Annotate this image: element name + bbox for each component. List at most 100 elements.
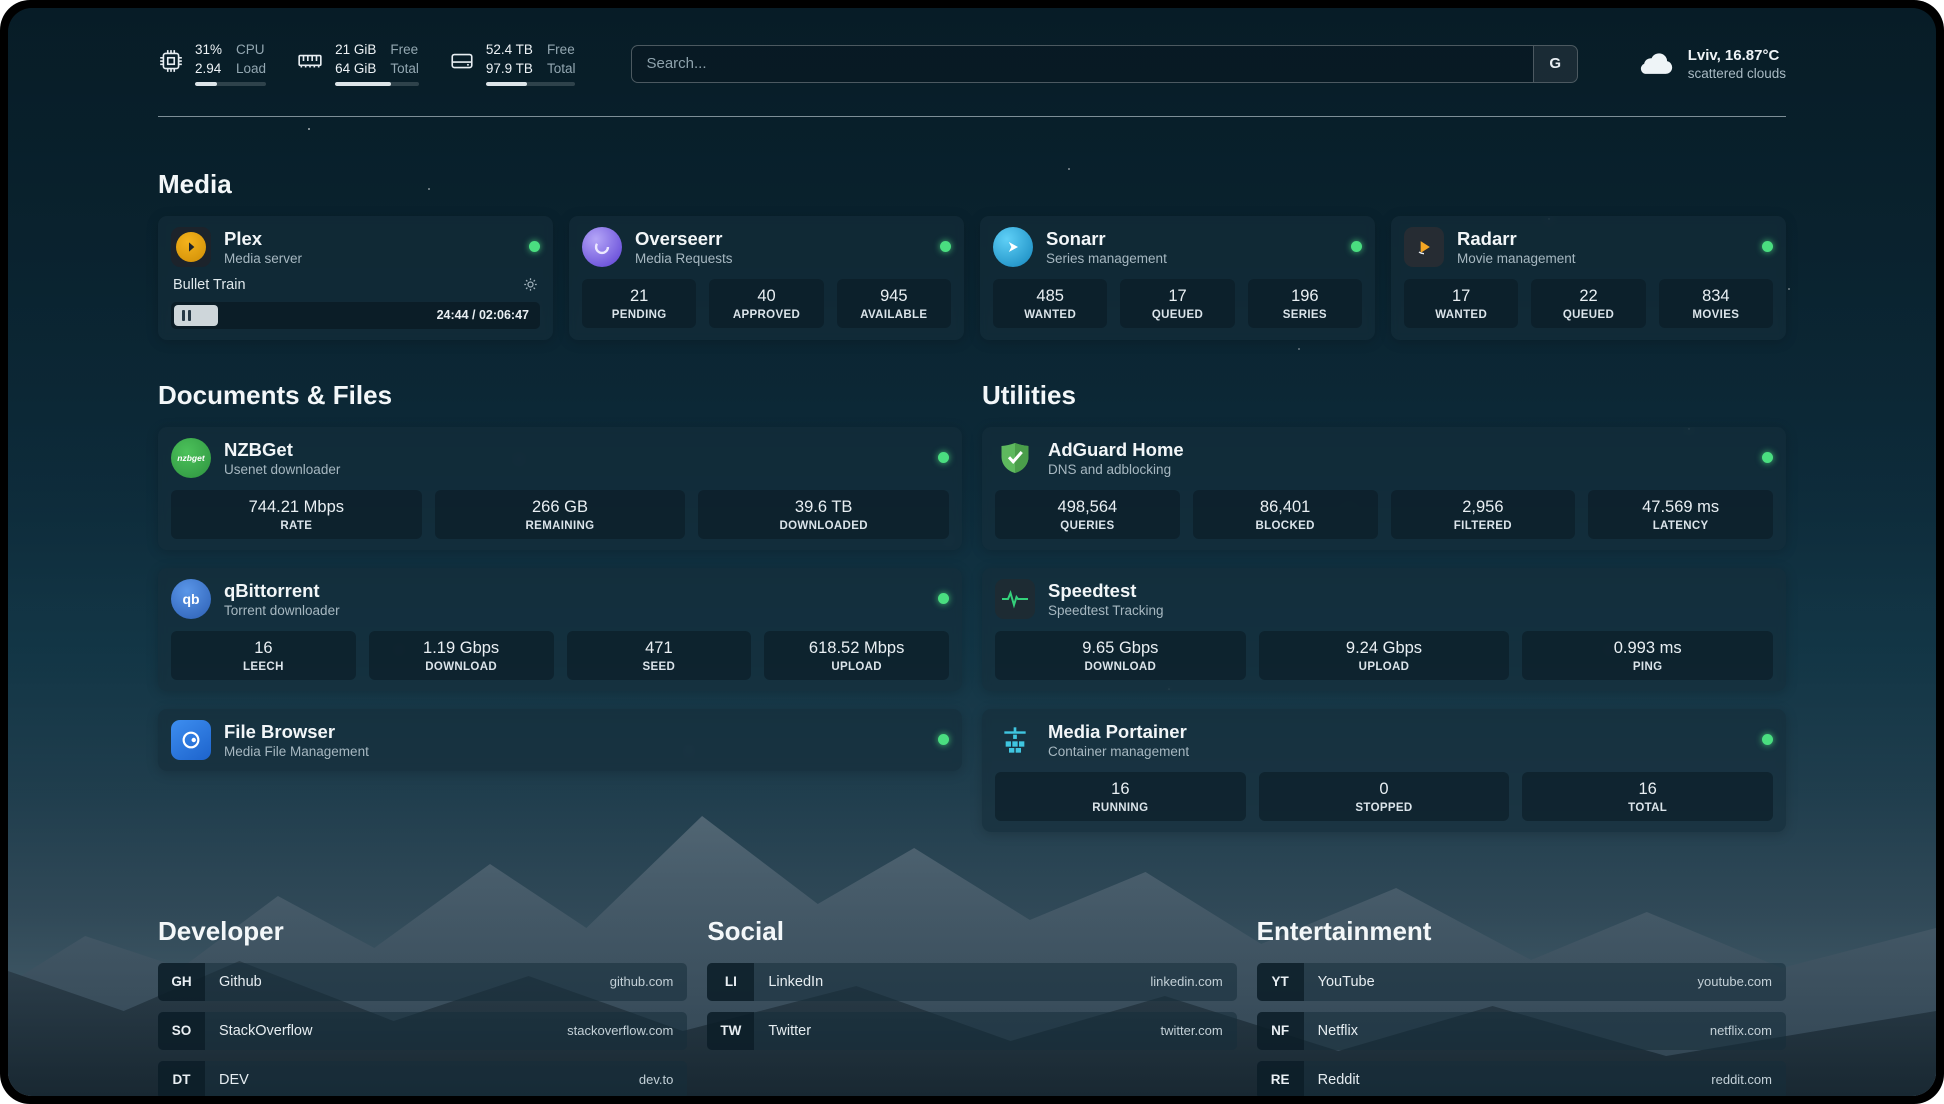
overseerr-icon bbox=[582, 227, 622, 267]
dashboard-content: 31% 2.94 CPU Load bbox=[8, 8, 1936, 1096]
bookmark-name: LinkedIn bbox=[768, 974, 823, 990]
service-link-sonarr[interactable]: Sonarr Series management bbox=[993, 227, 1362, 267]
stat-filtered: 2,956 FILTERED bbox=[1391, 490, 1576, 539]
service-subtitle: Usenet downloader bbox=[224, 462, 340, 477]
service-link-speedtest[interactable]: Speedtest Speedtest Tracking bbox=[995, 579, 1773, 619]
service-card-radarr: Radarr Movie management 17 WANTED 2 bbox=[1391, 216, 1786, 340]
service-link-filebrowser[interactable]: File Browser Media File Management bbox=[171, 720, 949, 760]
nzbget-icon: nzbget bbox=[171, 438, 211, 478]
service-name: AdGuard Home bbox=[1048, 439, 1184, 460]
stat-value: 17 bbox=[1408, 287, 1514, 306]
stat-label: REMAINING bbox=[439, 520, 682, 532]
search-input[interactable] bbox=[632, 46, 1532, 82]
bookmark-netflix[interactable]: NF Netflix netflix.com bbox=[1257, 1012, 1786, 1050]
stat-queued: 22 QUEUED bbox=[1531, 279, 1645, 328]
bookmark-url: netflix.com bbox=[1710, 1023, 1772, 1038]
cpu-load-label: Load bbox=[236, 61, 266, 78]
service-link-overseerr[interactable]: Overseerr Media Requests bbox=[582, 227, 951, 267]
section-title-social: Social bbox=[707, 916, 1236, 947]
service-link-plex[interactable]: Plex Media server bbox=[171, 227, 540, 267]
now-playing-title: Bullet Train bbox=[173, 277, 246, 293]
bookmark-dev[interactable]: DT DEV dev.to bbox=[158, 1061, 687, 1096]
stat-label: UPLOAD bbox=[768, 661, 945, 673]
youtube-icon: YT bbox=[1257, 963, 1304, 1001]
stat-value: 744.21 Mbps bbox=[175, 498, 418, 517]
stat-blocked: 86,401 BLOCKED bbox=[1193, 490, 1378, 539]
stat-label: QUEUED bbox=[1124, 309, 1230, 321]
disk-widget: 52.4 TB 97.9 TB Free Total bbox=[449, 42, 576, 86]
stat-value: 16 bbox=[999, 780, 1242, 799]
cloud-icon bbox=[1634, 46, 1676, 81]
bookmark-url: dev.to bbox=[639, 1072, 673, 1087]
stat-label: LEECH bbox=[175, 661, 352, 673]
status-dot-online bbox=[1351, 241, 1362, 252]
stat-downloaded: 39.6 TB DOWNLOADED bbox=[698, 490, 949, 539]
service-name: Sonarr bbox=[1046, 228, 1167, 249]
stat-value: 1.19 Gbps bbox=[373, 639, 550, 658]
service-link-adguard[interactable]: AdGuard Home DNS and adblocking bbox=[995, 438, 1773, 478]
stat-label: PENDING bbox=[586, 309, 692, 321]
stat-movies: 834 MOVIES bbox=[1659, 279, 1773, 328]
portainer-icon bbox=[995, 720, 1035, 760]
section-media: Media Plex Media server bbox=[158, 169, 1786, 340]
service-link-portainer[interactable]: Media Portainer Container management bbox=[995, 720, 1773, 760]
bookmark-github[interactable]: GH Github github.com bbox=[158, 963, 687, 1001]
bookmark-twitter[interactable]: TW Twitter twitter.com bbox=[707, 1012, 1236, 1050]
status-dot-online bbox=[938, 593, 949, 604]
playback-progress-bar[interactable]: 24:44 / 02:06:47 bbox=[171, 302, 540, 329]
stat-value: 266 GB bbox=[439, 498, 682, 517]
bookmark-youtube[interactable]: YT YouTube youtube.com bbox=[1257, 963, 1786, 1001]
stat-label: SEED bbox=[571, 661, 748, 673]
stat-value: 9.24 Gbps bbox=[1263, 639, 1506, 658]
stat-label: RATE bbox=[175, 520, 418, 532]
stat-upload: 9.24 Gbps UPLOAD bbox=[1259, 631, 1510, 680]
pause-icon[interactable] bbox=[182, 302, 191, 329]
stat-total: 16 TOTAL bbox=[1522, 772, 1773, 821]
stat-remaining: 266 GB REMAINING bbox=[435, 490, 686, 539]
github-icon: GH bbox=[158, 963, 205, 1001]
stat-value: 0.993 ms bbox=[1526, 639, 1769, 658]
stat-ping: 0.993 ms PING bbox=[1522, 631, 1773, 680]
stat-label: DOWNLOAD bbox=[373, 661, 550, 673]
section-title-entertainment: Entertainment bbox=[1257, 916, 1786, 947]
disk-free: 52.4 TB bbox=[486, 42, 533, 59]
service-name: qBittorrent bbox=[224, 580, 340, 601]
status-dot-online bbox=[940, 241, 951, 252]
stat-queued: 17 QUEUED bbox=[1120, 279, 1234, 328]
reddit-icon: RE bbox=[1257, 1061, 1304, 1096]
twitter-icon: TW bbox=[707, 1012, 754, 1050]
cpu-widget: 31% 2.94 CPU Load bbox=[158, 42, 266, 86]
service-card-adguard: AdGuard Home DNS and adblocking 498,564 … bbox=[982, 427, 1786, 550]
radarr-icon bbox=[1404, 227, 1444, 267]
disk-total: 97.9 TB bbox=[486, 61, 533, 78]
stat-label: SERIES bbox=[1252, 309, 1358, 321]
section-social: Social LI LinkedIn linkedin.com TW Twitt… bbox=[707, 916, 1236, 1096]
bookmark-reddit[interactable]: RE Reddit reddit.com bbox=[1257, 1061, 1786, 1096]
section-developer: Developer GH Github github.com SO StackO… bbox=[158, 916, 687, 1096]
service-link-nzbget[interactable]: nzbget NZBGet Usenet downloader bbox=[171, 438, 949, 478]
search-engine-button[interactable]: G bbox=[1533, 46, 1577, 82]
service-subtitle: Container management bbox=[1048, 744, 1189, 759]
memory-total-label: Total bbox=[390, 61, 419, 78]
memory-free-label: Free bbox=[390, 42, 419, 59]
service-subtitle: Media File Management bbox=[224, 744, 369, 759]
bookmark-url: github.com bbox=[610, 974, 674, 989]
cpu-label: CPU bbox=[236, 42, 266, 59]
stat-label: FILTERED bbox=[1395, 520, 1572, 532]
stat-label: WANTED bbox=[1408, 309, 1514, 321]
stat-value: 39.6 TB bbox=[702, 498, 945, 517]
section-title-media: Media bbox=[158, 169, 1786, 200]
service-link-qbittorrent[interactable]: qb qBittorrent Torrent downloader bbox=[171, 579, 949, 619]
stat-value: 9.65 Gbps bbox=[999, 639, 1242, 658]
bookmark-name: Netflix bbox=[1318, 1023, 1358, 1039]
stat-label: WANTED bbox=[997, 309, 1103, 321]
stat-running: 16 RUNNING bbox=[995, 772, 1246, 821]
stat-approved: 40 APPROVED bbox=[709, 279, 823, 328]
service-card-qbittorrent: qb qBittorrent Torrent downloader 16 bbox=[158, 568, 962, 691]
stat-value: 485 bbox=[997, 287, 1103, 306]
adguard-icon bbox=[995, 438, 1035, 478]
service-link-radarr[interactable]: Radarr Movie management bbox=[1404, 227, 1773, 267]
bookmark-stackoverflow[interactable]: SO StackOverflow stackoverflow.com bbox=[158, 1012, 687, 1050]
bookmark-linkedin[interactable]: LI LinkedIn linkedin.com bbox=[707, 963, 1236, 1001]
gear-icon[interactable] bbox=[523, 277, 538, 292]
